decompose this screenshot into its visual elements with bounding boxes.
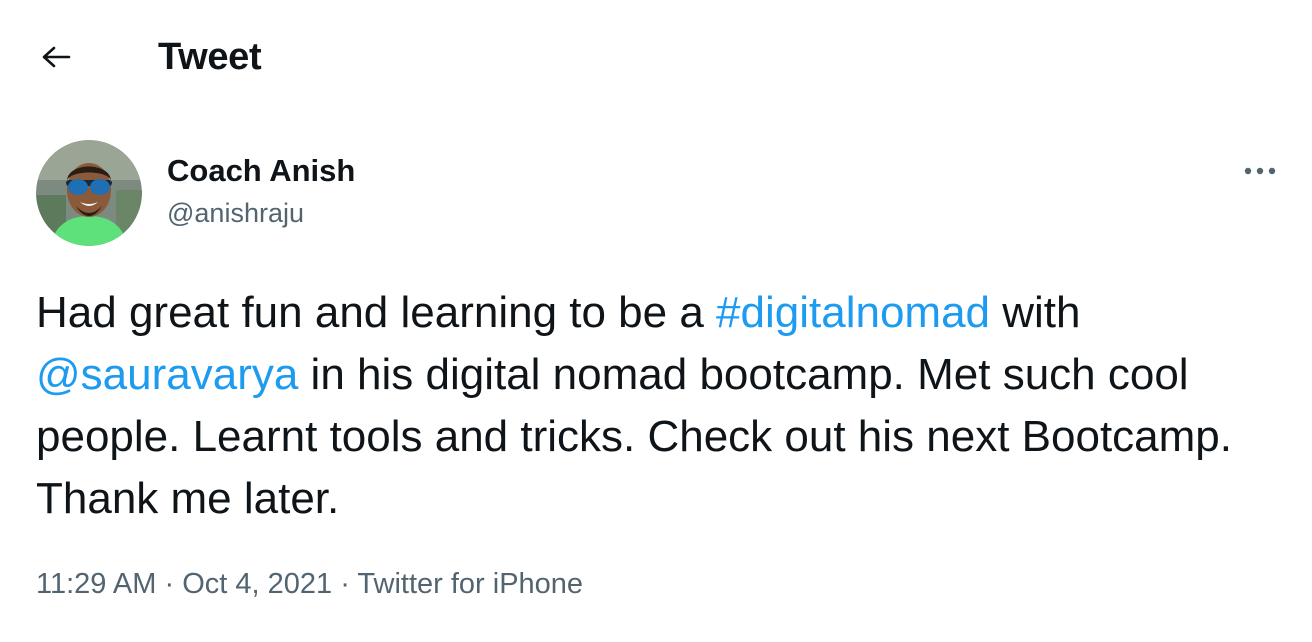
separator: · xyxy=(164,568,175,600)
author-name[interactable]: Coach Anish xyxy=(167,152,355,190)
tweet-date[interactable]: Oct 4, 2021 xyxy=(182,568,332,600)
arrow-left-icon xyxy=(42,46,71,68)
author-handle[interactable]: @anishraju xyxy=(167,196,304,230)
separator: · xyxy=(340,568,350,600)
tweet-author: Coach Anish @anishraju xyxy=(36,140,1276,248)
tweet-meta: 11:29 AM · Oct 4, 2021 · Twitter for iPh… xyxy=(36,564,583,604)
tweet-text: Had great fun and learning to be a #digi… xyxy=(36,282,1286,530)
more-options-button[interactable] xyxy=(1238,156,1282,186)
mention-link[interactable]: @sauravarya xyxy=(36,350,298,399)
tweet-header: Tweet xyxy=(0,0,1312,116)
back-button[interactable] xyxy=(30,34,82,80)
more-horizontal-icon xyxy=(1244,167,1276,175)
tweet-time[interactable]: 11:29 AM xyxy=(36,568,156,600)
page-title: Tweet xyxy=(158,36,262,78)
tweet-text-segment: with xyxy=(990,288,1081,337)
tweet-text-segment: Had great fun and learning to be a xyxy=(36,288,717,337)
hashtag-link[interactable]: #digitalnomad xyxy=(716,288,990,337)
avatar[interactable] xyxy=(36,140,142,246)
tweet-source[interactable]: Twitter for iPhone xyxy=(357,568,583,600)
